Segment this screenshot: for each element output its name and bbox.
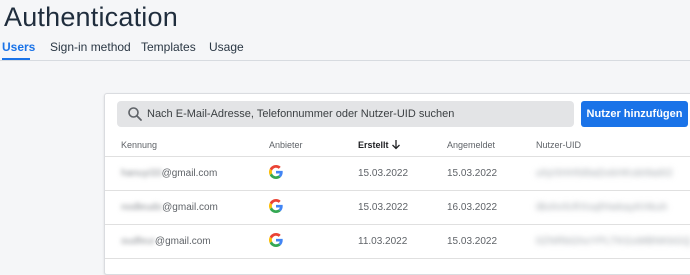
column-header-identifier[interactable]: Kennung — [121, 140, 157, 150]
column-header-signed-in[interactable]: Angemeldet — [447, 140, 495, 150]
add-user-button[interactable]: Nutzer hinzufügen — [581, 101, 688, 127]
user-email[interactable]: hanuyi33@gmail.com — [121, 168, 217, 179]
email-local-part: oudfeur — [121, 236, 155, 247]
user-email[interactable]: oudfeur@gmail.com — [121, 236, 211, 247]
tab-sign-in-method[interactable]: Sign-in method — [50, 40, 131, 54]
sort-descending-icon[interactable] — [391, 139, 401, 150]
table-header: Kennung Anbieter Erstellt Angemeldet Nut… — [105, 134, 690, 157]
email-domain: @gmail.com — [162, 202, 218, 213]
users-card: Nutzer hinzufügen Kennung Anbieter Erste… — [104, 93, 690, 275]
email-local-part: hanuyi33 — [121, 168, 162, 179]
google-icon — [269, 233, 283, 247]
created-date: 15.03.2022 — [358, 168, 409, 179]
user-uid[interactable]: uhjr0HHfd9aDxkHKsbt9a6l2 — [536, 168, 673, 179]
google-icon — [269, 165, 283, 179]
email-domain: @gmail.com — [154, 236, 211, 247]
tab-templates[interactable]: Templates — [141, 40, 196, 54]
tab-usage[interactable]: Usage — [209, 40, 244, 54]
user-uid[interactable]: iBohnfcRXsqfHwkayKHkuh — [536, 202, 668, 213]
tabs-divider — [0, 60, 690, 61]
search-icon — [128, 107, 142, 121]
table-row[interactable]: hanuyi33@gmail.com 15.03.2022 15.03.2022… — [105, 157, 690, 191]
user-uid[interactable]: 0ZNRbGhoYPLTKGsMBNKbGQ — [536, 236, 690, 247]
signed-in-date: 16.03.2022 — [447, 202, 498, 213]
search-box[interactable] — [117, 101, 574, 127]
email-local-part: nodleudo — [121, 202, 163, 213]
tab-users[interactable]: Users — [2, 40, 35, 54]
column-header-user-uid[interactable]: Nutzer-UID — [536, 140, 581, 150]
signed-in-date: 15.03.2022 — [447, 168, 498, 179]
page-title: Authentication — [4, 2, 178, 32]
user-email[interactable]: nodleudo@gmail.com — [121, 202, 218, 213]
google-icon — [269, 199, 283, 213]
table-row[interactable]: oudfeur@gmail.com 11.03.2022 15.03.2022 … — [105, 225, 690, 259]
created-date: 11.03.2022 — [358, 236, 408, 247]
column-header-provider[interactable]: Anbieter — [269, 140, 303, 150]
column-header-created[interactable]: Erstellt — [358, 140, 389, 150]
signed-in-date: 15.03.2022 — [447, 236, 498, 247]
email-domain: @gmail.com — [161, 168, 218, 179]
search-input[interactable] — [147, 101, 567, 127]
table-row[interactable]: nodleudo@gmail.com 15.03.2022 16.03.2022… — [105, 191, 690, 225]
created-date: 15.03.2022 — [358, 202, 409, 213]
